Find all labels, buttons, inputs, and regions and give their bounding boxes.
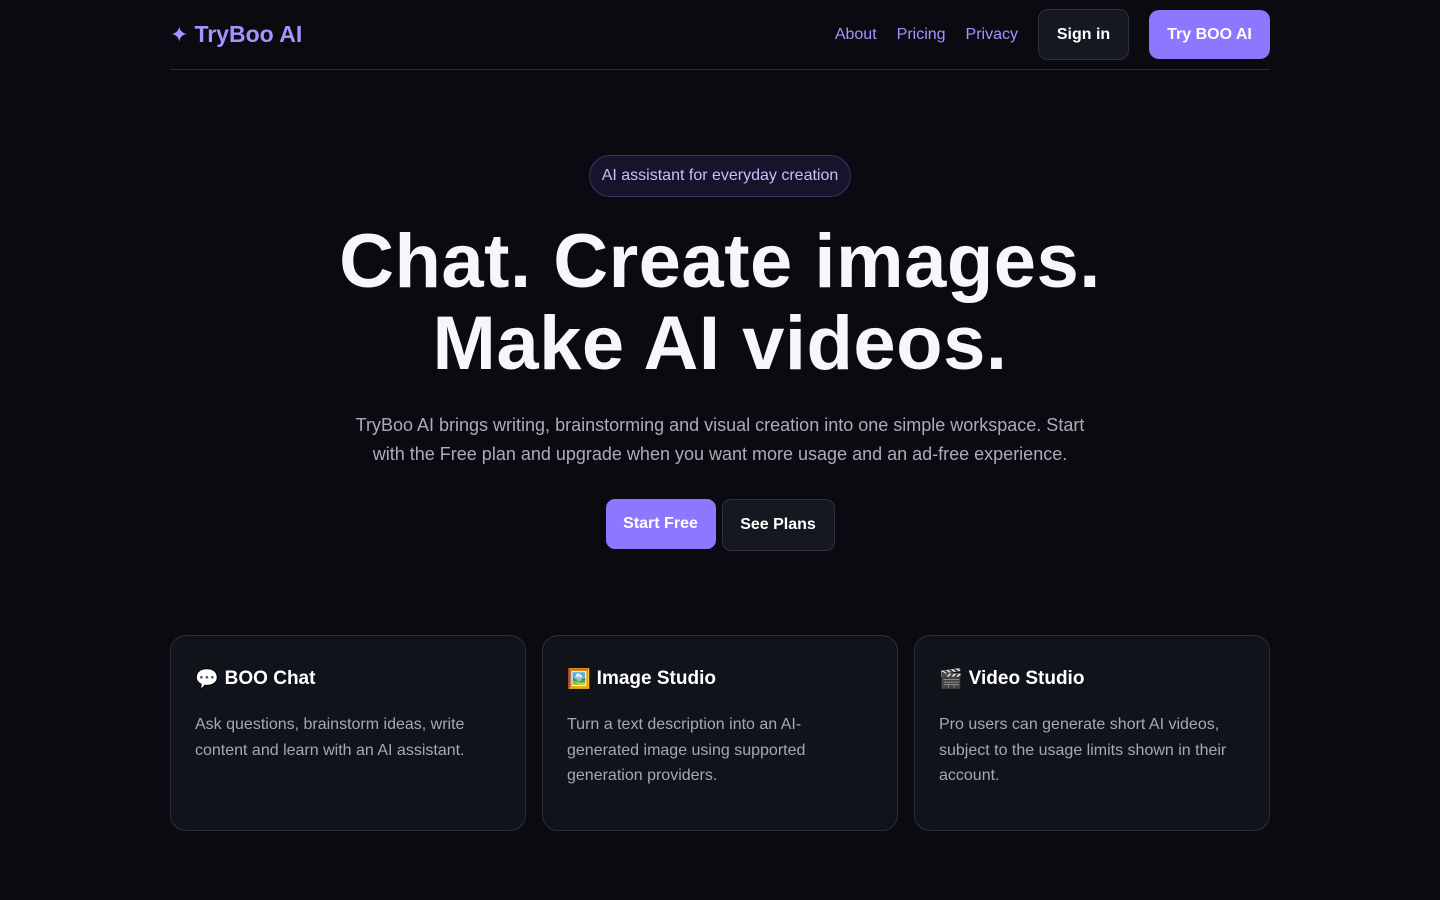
brand-logo-link[interactable]: ✦ TryBoo AI <box>170 21 302 48</box>
sign-in-button[interactable]: Sign in <box>1038 9 1129 60</box>
card-title: 🖼️ Image Studio <box>567 668 873 690</box>
card-description: Pro users can generate short AI videos, … <box>939 716 1227 784</box>
tagline-badge: AI assistant for everyday creation <box>588 155 852 197</box>
see-plans-button[interactable]: See Plans <box>721 499 835 551</box>
cta-row: Start Free See Plans <box>0 499 1440 551</box>
clapper-board-icon: 🎬 <box>939 668 963 690</box>
feature-card-chat: 💬 BOO Chat Ask questions, brainstorm ide… <box>170 635 526 831</box>
headline-line-1: Chat. Create images. <box>339 219 1101 304</box>
feature-card-image: 🖼️ Image Studio Turn a text description … <box>542 635 898 831</box>
nav-link-about[interactable]: About <box>835 26 877 44</box>
framed-picture-icon: 🖼️ <box>567 668 591 690</box>
card-description: Ask questions, brainstorm ideas, write c… <box>195 716 465 759</box>
card-title-text: Video Studio <box>968 668 1085 689</box>
hero-headline: Chat. Create images. Make AI videos. <box>0 221 1440 385</box>
nav-menu: About Pricing Privacy Sign in Try BOO AI <box>835 9 1270 60</box>
headline-line-2: Make AI videos. <box>432 301 1008 386</box>
card-title-text: Image Studio <box>596 668 716 689</box>
hero-section: AI assistant for everyday creation Chat.… <box>0 155 1440 551</box>
sparkle-icon: ✦ <box>170 21 189 47</box>
card-title: 💬 BOO Chat <box>195 668 501 690</box>
feature-card-video: 🎬 Video Studio Pro users can generate sh… <box>914 635 1270 831</box>
hero-description: TryBoo AI brings writing, brainstorming … <box>355 415 1085 464</box>
try-boo-ai-button[interactable]: Try BOO AI <box>1149 10 1270 59</box>
speech-bubble-icon: 💬 <box>195 668 219 690</box>
feature-cards: 💬 BOO Chat Ask questions, brainstorm ide… <box>170 635 1270 831</box>
card-title-text: BOO Chat <box>224 668 316 689</box>
nav-link-privacy[interactable]: Privacy <box>966 26 1018 44</box>
brand-name: TryBoo AI <box>194 21 303 47</box>
card-description: Turn a text description into an AI-gener… <box>567 716 806 784</box>
card-title: 🎬 Video Studio <box>939 668 1245 690</box>
nav-link-pricing[interactable]: Pricing <box>897 26 946 44</box>
start-free-button[interactable]: Start Free <box>605 499 716 549</box>
top-nav: ✦ TryBoo AI About Pricing Privacy Sign i… <box>170 0 1270 70</box>
